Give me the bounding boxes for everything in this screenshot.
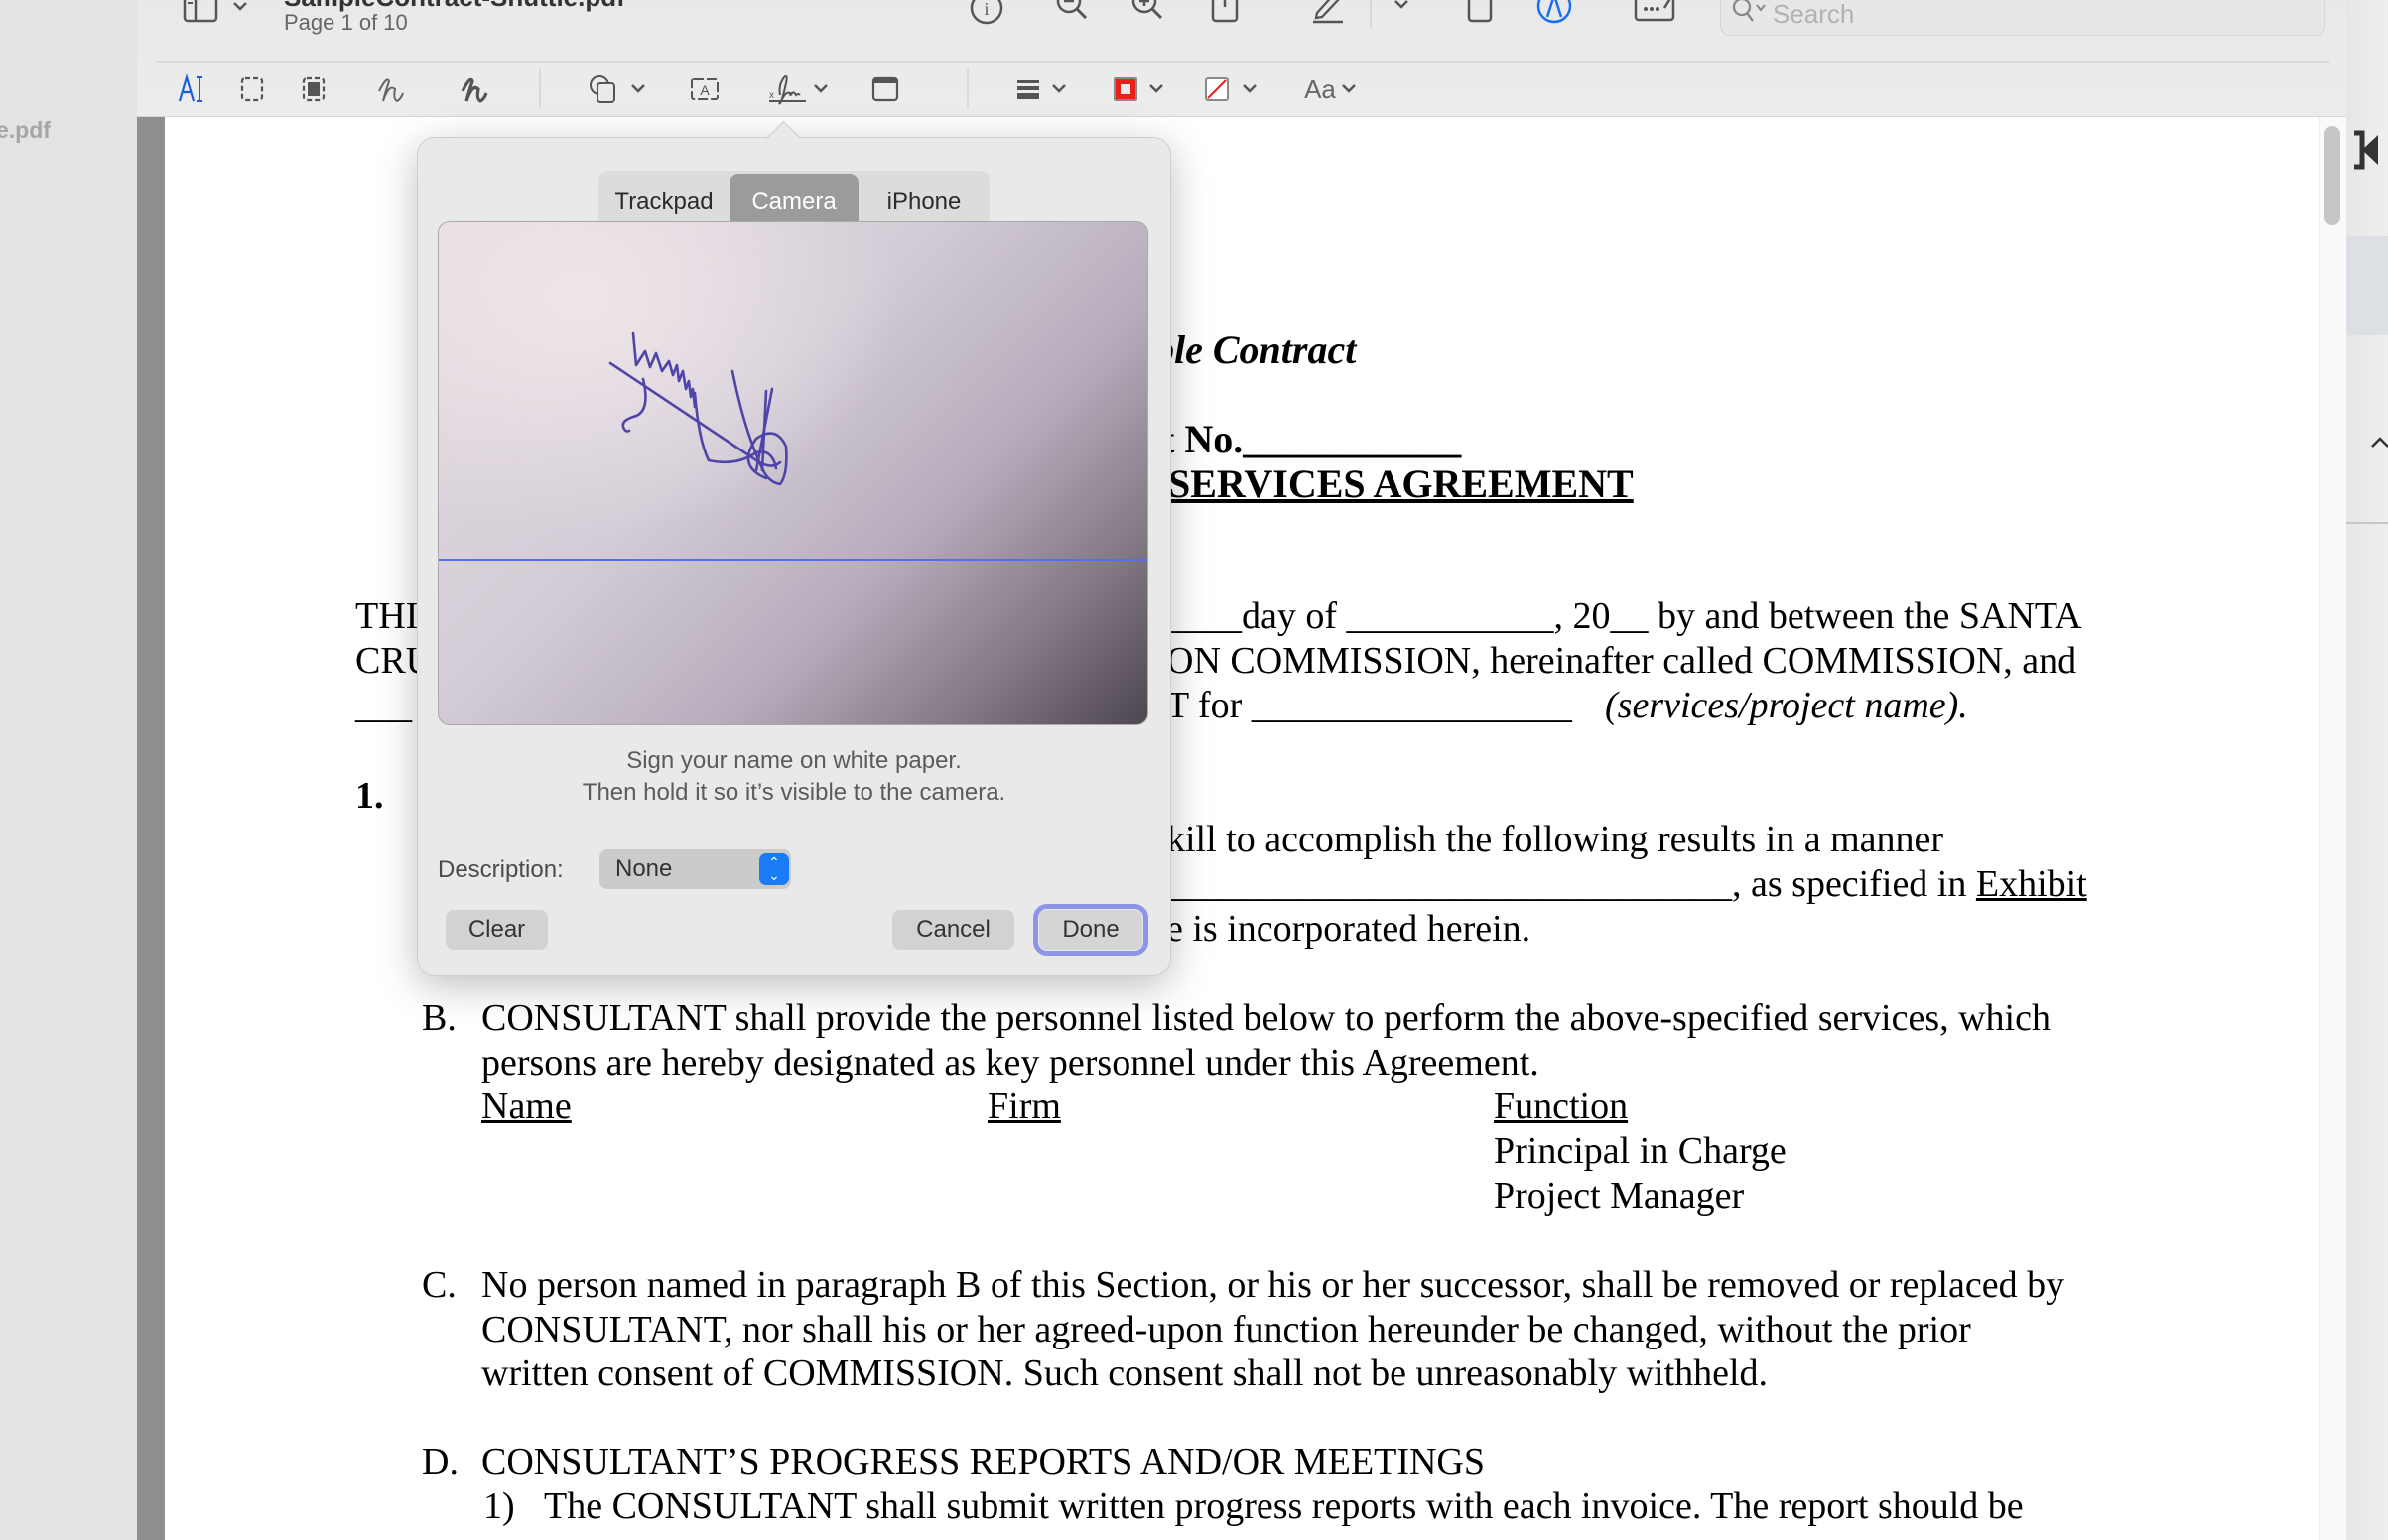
chevron-up-icon[interactable] [2370,435,2388,450]
signature-baseline [439,559,1147,561]
contract-number: t No.___________ [1161,417,1462,461]
right-panel [2346,0,2388,1540]
section-1b-line1: CONSULTANT shall provide the personnel l… [481,997,2051,1039]
smart-lasso-icon[interactable] [298,71,330,107]
intro-line3-italic: (services/project name). [1605,685,1968,726]
document-title: ple Contract [1154,327,1357,372]
done-button[interactable]: Done [1033,904,1148,956]
signature-dialog: Trackpad Camera iPhone Sign your name on… [417,120,1171,976]
updown-chevron-icon: ⌃ ⌄ [759,853,789,885]
signature-chevron-down-icon[interactable] [812,79,830,97]
text-box-icon[interactable]: A [687,71,723,107]
markup-icon[interactable] [1534,0,1574,26]
shape-style-chevron-down-icon[interactable] [1050,79,1068,97]
right-panel-highlight [2346,236,2388,335]
page-indicator: Page 1 of 10 [284,10,408,35]
border-color-icon[interactable] [1110,71,1141,107]
scrollbar-thumb[interactable] [2324,126,2340,225]
text-style-button[interactable]: Aa [1302,71,1338,107]
section-1b-line2: persons are hereby designated as key per… [481,1042,1539,1084]
section-1b-marker: B. [422,997,457,1039]
search-icon [1732,0,1766,22]
sidebar: e.pdf [0,0,137,1540]
fill-color-icon[interactable] [1201,71,1233,107]
zoom-out-icon[interactable] [1052,0,1092,26]
section-1a-line3: e is incorporated herein. [1166,908,1531,950]
section-1c-line1: No person named in paragraph B of this S… [481,1264,2065,1306]
col-header-firm: Firm [988,1086,1061,1127]
section-1a-line2: ______________________________, as speci… [1166,862,2087,907]
cancel-button[interactable]: Cancel [892,910,1014,950]
intro-line1-left: THI [355,595,419,637]
captured-signature [608,331,788,486]
sidebar-icon[interactable] [181,0,220,24]
exhibit-link[interactable]: Exhibit [1976,863,2087,905]
intro-line3-mid: T for _________________ [1166,685,1572,726]
page-gutter [137,117,165,1540]
section-1c-marker: C. [422,1264,457,1306]
hint-line-1: Sign your name on white paper. [626,747,962,774]
highlight-icon[interactable] [1308,0,1348,26]
description-value: None [615,855,673,882]
col-header-function: Function [1494,1086,1629,1127]
form-filling-icon[interactable] [1632,0,1679,26]
search-placeholder: Search [1773,0,1855,29]
sidebar-file-name[interactable]: e.pdf [0,117,51,144]
scrollbar-track[interactable] [2319,117,2347,1540]
section-1-number: 1. [355,775,384,817]
description-popup[interactable]: None ⌃ ⌄ [599,849,791,889]
section-1c-line2: CONSULTANT, nor shall his or her agreed-… [481,1309,1971,1350]
sketch-icon[interactable] [373,71,409,107]
camera-bracket-icon [2354,130,2378,170]
shapes-icon[interactable] [586,71,621,107]
note-icon[interactable] [869,71,901,107]
section-1a-line1: kill to accomplish the following results… [1166,819,1944,860]
sidebar-chevron-down-icon[interactable] [230,0,250,16]
description-label: Description: [438,856,564,883]
section-1a-text: , as specified in [1732,863,1976,905]
intro-line3-left: ___ [355,685,412,726]
border-color-chevron-down-icon[interactable] [1147,79,1165,97]
section-1a-blank: ______________________________ [1166,863,1732,905]
share-icon[interactable] [1207,0,1243,26]
intro-line2-right: ON COMMISSION, hereinafter called COMMIS… [1166,640,2077,682]
rectangular-selection-icon[interactable] [236,71,268,107]
right-panel-divider [2346,522,2388,524]
info-icon[interactable]: i [967,0,1006,28]
camera-preview [438,221,1148,725]
section-1d-item1-line1: The CONSULTANT shall submit written prog… [544,1485,2024,1527]
section-1d-marker: D. [422,1441,459,1482]
svg-text:x: x [769,90,774,101]
svg-text:A: A [700,82,710,98]
toolbar-divider [157,61,2330,63]
svg-text:i: i [984,0,989,19]
shapes-chevron-down-icon[interactable] [629,79,647,97]
rotate-icon[interactable] [1463,0,1499,26]
agreement-heading: SERVICES AGREEMENT [1168,461,1634,506]
col-header-name: Name [481,1086,572,1127]
section-1d-heading: CONSULTANT’S PROGRESS REPORTS AND/OR MEE… [481,1441,1485,1482]
intro-line1-right: ____day of ___________, 20__ by and betw… [1166,595,2082,637]
toolbar-separator [1370,0,1372,28]
section-1d-item1-marker: 1) [483,1485,515,1527]
text-selection-icon[interactable] [175,71,210,107]
search-field[interactable]: Search [1720,0,2325,36]
highlight-chevron-down-icon[interactable] [1392,0,1411,14]
draw-icon[interactable] [457,71,492,107]
toolbar: SampleContract-Shuttle.pdf Page 1 of 10 … [137,0,2346,117]
text-style-chevron-down-icon[interactable] [1340,79,1358,97]
zoom-in-icon[interactable] [1128,0,1167,26]
function-item: Principal in Charge [1494,1130,1787,1172]
shape-style-icon[interactable] [1012,71,1044,107]
section-1c-line3: written consent of COMMISSION. Such cons… [481,1352,1769,1394]
function-item: Project Manager [1494,1175,1745,1217]
hint-line-2: Then hold it so it’s visible to the came… [582,779,1006,806]
toolbar-separator [967,69,969,107]
signature-icon[interactable]: x [768,69,808,109]
fill-color-chevron-down-icon[interactable] [1241,79,1259,97]
clear-button[interactable]: Clear [446,910,548,950]
toolbar-separator [539,69,541,107]
